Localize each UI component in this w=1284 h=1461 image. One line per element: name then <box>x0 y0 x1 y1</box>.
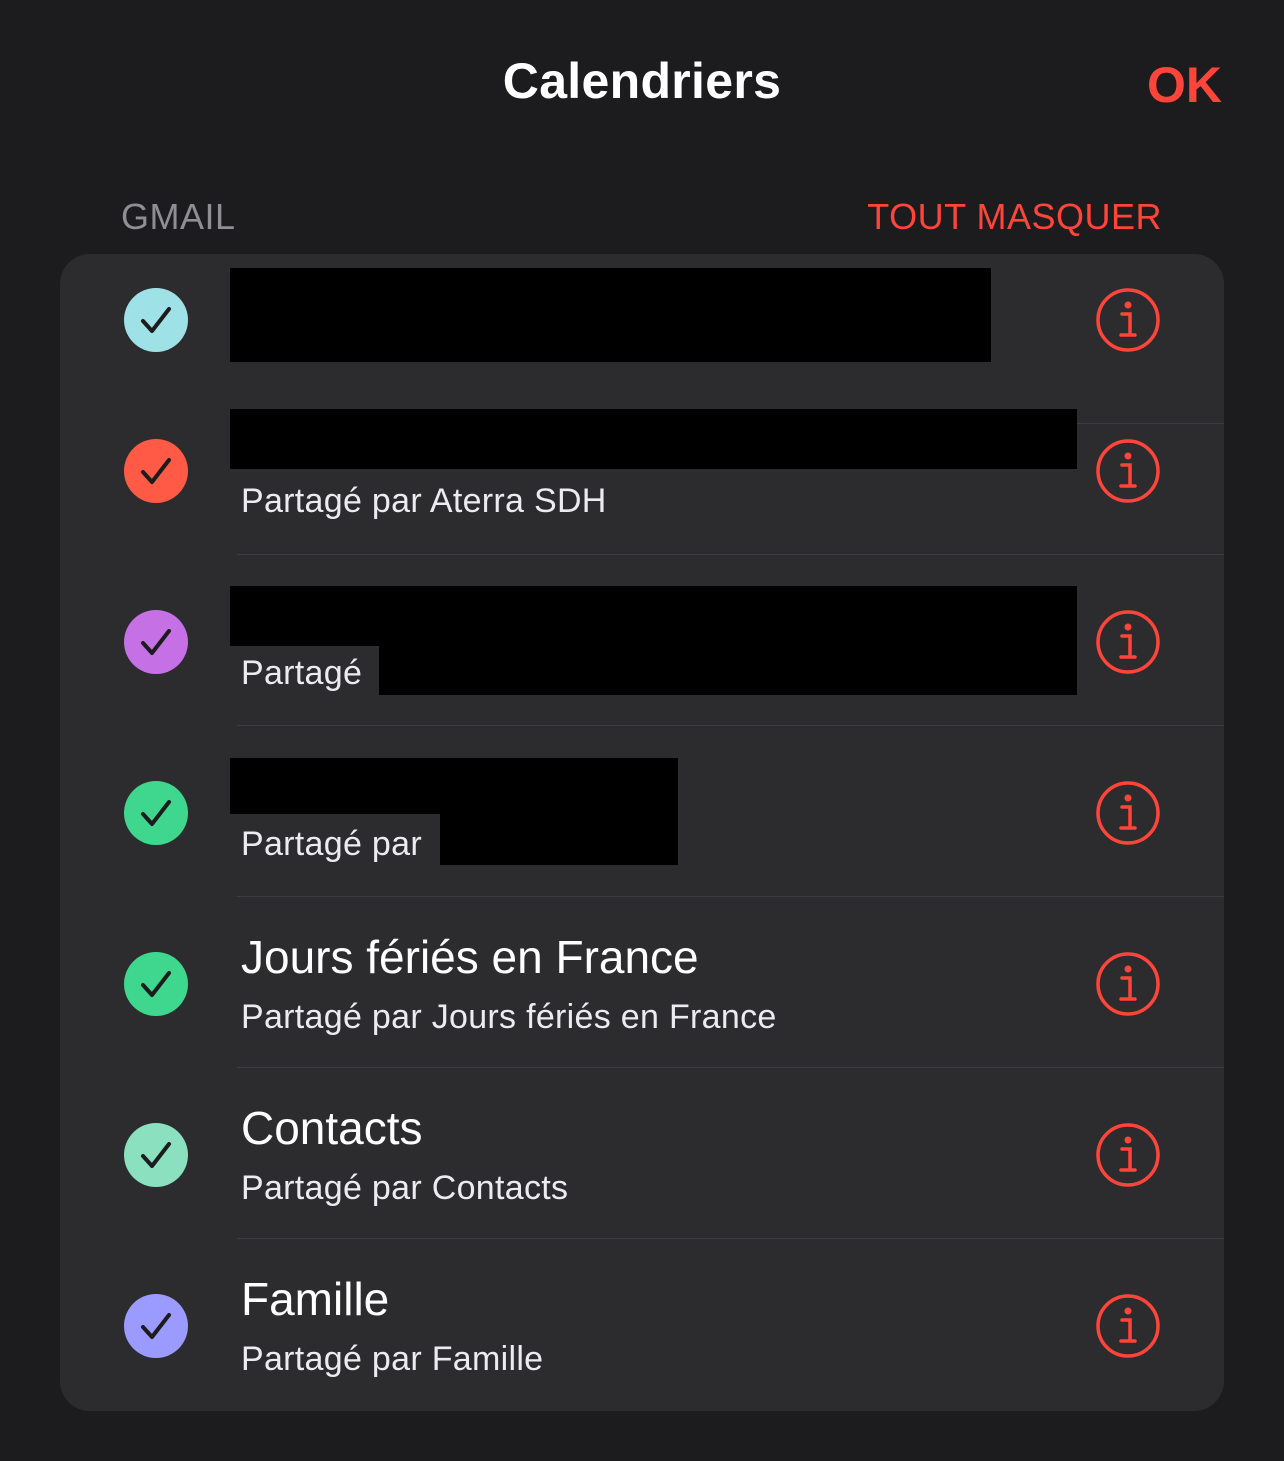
calendar-list: Partagé par Aterra SDH Partagé Partagé p… <box>60 254 1224 1411</box>
redacted-title <box>230 758 678 814</box>
calendar-row[interactable]: Jours fériés en France Partagé par Jours… <box>60 898 1224 1068</box>
checkmark-icon[interactable] <box>124 952 188 1016</box>
row-separator <box>237 725 1224 726</box>
row-separator <box>237 554 1224 555</box>
calendars-sheet: Calendriers OK GMAIL TOUT MASQUER Partag… <box>0 0 1284 1461</box>
redacted-title <box>230 586 1077 646</box>
info-icon[interactable] <box>1095 438 1161 504</box>
info-icon[interactable] <box>1095 951 1161 1017</box>
info-icon[interactable] <box>1095 287 1161 353</box>
hide-all-button[interactable]: TOUT MASQUER <box>867 196 1162 238</box>
info-icon[interactable] <box>1095 1122 1161 1188</box>
redacted-title <box>230 409 1077 469</box>
info-icon[interactable] <box>1095 1293 1161 1359</box>
checkmark-icon[interactable] <box>124 1294 188 1358</box>
calendar-row[interactable]: Contacts Partagé par Contacts <box>60 1069 1224 1239</box>
calendar-row[interactable]: Partagé <box>60 556 1224 726</box>
redacted-title <box>230 268 991 362</box>
calendar-row[interactable]: Partagé par <box>60 727 1224 897</box>
calendar-subtitle: Partagé par Contacts <box>241 1169 569 1207</box>
row-separator <box>237 1238 1224 1239</box>
row-separator <box>237 1067 1224 1068</box>
info-icon[interactable] <box>1095 609 1161 675</box>
calendar-row[interactable]: Partagé par Aterra SDH <box>60 385 1224 555</box>
page-title: Calendriers <box>502 53 782 109</box>
checkmark-icon[interactable] <box>124 781 188 845</box>
calendar-title: Contacts <box>241 1102 423 1154</box>
section-header-gmail: GMAIL <box>121 196 236 237</box>
checkmark-icon[interactable] <box>124 1123 188 1187</box>
calendar-row[interactable]: Famille Partagé par Famille <box>60 1240 1224 1410</box>
calendar-subtitle: Partagé par <box>241 825 422 863</box>
checkmark-icon[interactable] <box>124 288 188 352</box>
redacted-subtitle <box>440 814 678 865</box>
info-icon[interactable] <box>1095 780 1161 846</box>
calendar-subtitle: Partagé par Jours fériés en France <box>241 998 777 1036</box>
ok-button[interactable]: OK <box>1147 56 1222 114</box>
checkmark-icon[interactable] <box>124 439 188 503</box>
calendar-title: Famille <box>241 1273 390 1325</box>
redacted-subtitle <box>379 646 1077 695</box>
calendar-title: Jours fériés en France <box>241 931 699 983</box>
calendar-subtitle: Partagé par Famille <box>241 1340 544 1378</box>
checkmark-icon[interactable] <box>124 610 188 674</box>
calendar-subtitle: Partagé par Aterra SDH <box>241 482 607 520</box>
calendar-subtitle: Partagé <box>241 654 363 692</box>
row-separator <box>237 896 1224 897</box>
